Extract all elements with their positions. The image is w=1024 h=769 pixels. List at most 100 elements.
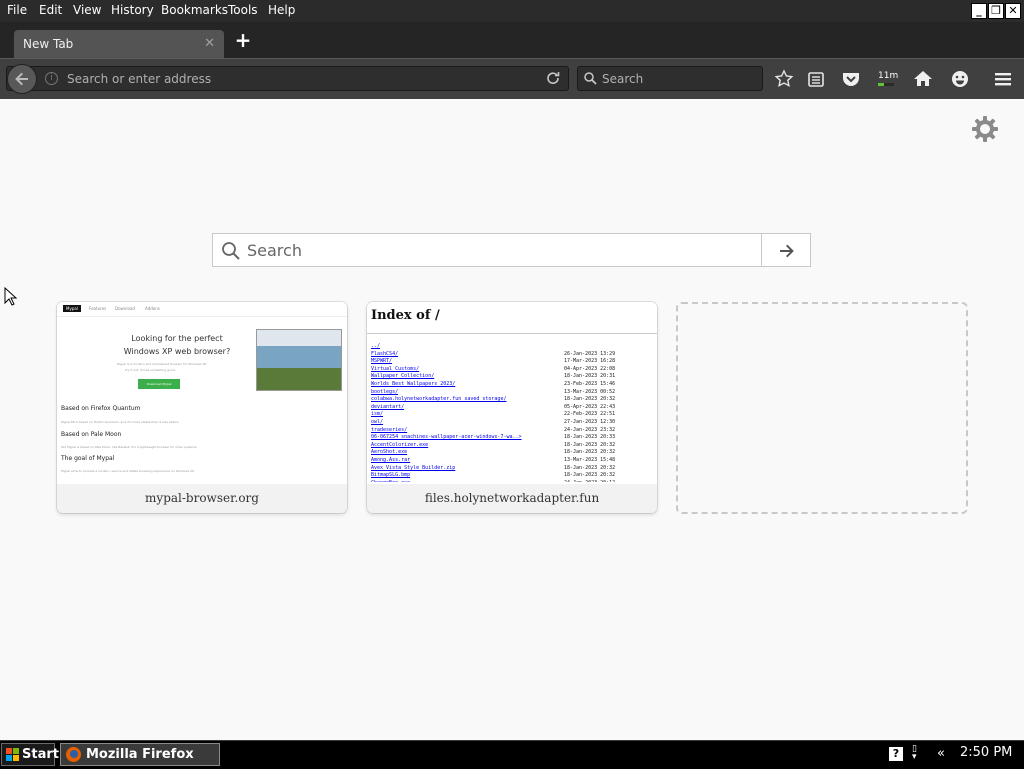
tab-strip: New Tab ✕ bbox=[0, 22, 1024, 58]
thumb-index-file-link: deviantart/ bbox=[371, 403, 405, 410]
thumb-index-file-link: BitmapSLG.bmp bbox=[371, 472, 411, 479]
thumb-nav: Mypal Features Download Addons bbox=[57, 302, 347, 317]
bookmarks-menu-icon[interactable] bbox=[805, 68, 827, 90]
pocket-icon[interactable] bbox=[840, 68, 862, 90]
empty-tile-placeholder[interactable] bbox=[676, 302, 968, 514]
start-button[interactable]: Start bbox=[1, 743, 59, 766]
thumb-index-file-link: colabwa.holynetworkadapter.fun saved sto… bbox=[371, 396, 507, 403]
thumb-index-date: 18-Jan-2023 20:32 bbox=[564, 472, 616, 479]
thumb-nav-item: Mypal bbox=[63, 305, 81, 312]
thumb-index-date: 18-Jan-2023 20:32 bbox=[564, 441, 616, 448]
thumb-index-file-link: Worlds Best Wallpapers 2023/ bbox=[371, 381, 456, 387]
thumb-index-date: 13-Mar-2023 15:48 bbox=[564, 457, 616, 463]
close-window-button[interactable]: ✕ bbox=[1005, 3, 1021, 19]
thumb-section-heading: The goal of Mypal bbox=[61, 455, 115, 462]
new-tab-button[interactable]: + bbox=[234, 30, 252, 52]
thumb-index-date: 18-Jan-2023 20:32 bbox=[564, 464, 616, 471]
thumb-subtext: Mypal is a modern and maintained browser… bbox=[117, 362, 207, 366]
windows-flag-icon bbox=[6, 748, 19, 761]
tile-thumbnail: Mypal Features Download Addons Looking f… bbox=[57, 302, 347, 482]
top-site-tile-holynetworkadapter[interactable]: Index of / ../FlashCS4/26-Jan-2023 13:29… bbox=[367, 302, 657, 513]
thumb-index-date: 23-Feb-2023 15:46 bbox=[564, 381, 616, 387]
thumb-index-title: Index of / bbox=[371, 308, 440, 323]
thumb-nav-item: Features bbox=[89, 306, 107, 311]
thumb-index-file-link: ../ bbox=[371, 343, 381, 349]
thumb-index-file-link: Wallpaper Collection/ bbox=[371, 373, 435, 380]
thumb-index-date: 18-Jan-2023 20:31 bbox=[564, 373, 616, 380]
menu-view[interactable]: View bbox=[73, 3, 101, 17]
taskbar-item-firefox[interactable]: Mozilla Firefox bbox=[60, 743, 220, 766]
thumb-index-date: 27-Jan-2023 12:30 bbox=[564, 419, 616, 425]
thumb-index-file-link: bootlegs/ bbox=[371, 388, 399, 395]
thumb-index-date: 26-Jan-2023 13:29 bbox=[564, 350, 616, 357]
reload-icon[interactable] bbox=[546, 71, 560, 85]
url-bar[interactable]: i bbox=[6, 64, 569, 94]
restore-button[interactable]: ❐ bbox=[988, 3, 1004, 19]
tab-close-icon[interactable]: ✕ bbox=[204, 36, 215, 51]
thumb-index-file-link: ChangeBoo.exe bbox=[371, 480, 410, 482]
smiley-feedback-icon[interactable] bbox=[949, 68, 971, 90]
newtab-search-go-button[interactable] bbox=[761, 233, 811, 267]
thumb-index-file-link: Among.Ass.rar bbox=[371, 457, 411, 463]
help-tray-icon[interactable]: ? bbox=[889, 747, 903, 761]
menu-file[interactable]: File bbox=[7, 3, 27, 17]
taskbar: Start Mozilla Firefox bbox=[0, 740, 1024, 769]
thumb-index-file-link: owl/ bbox=[371, 419, 384, 425]
thumb-index-date: 05-Apr-2023 22:43 bbox=[564, 403, 616, 410]
taskbar-clock[interactable]: 2:50 PM bbox=[960, 745, 1012, 760]
tray-expand-chevron-icon[interactable]: « bbox=[937, 746, 945, 761]
menu-help[interactable]: Help bbox=[268, 3, 295, 17]
menu-edit[interactable]: Edit bbox=[39, 3, 62, 17]
thumb-index-date: 04-Apr-2023 22:08 bbox=[564, 365, 616, 372]
thumb-index-date: 18-Jan-2023 20:32 bbox=[564, 396, 616, 403]
thumb-index-file-link: 06-067254_snachines-wallpaper-acer-windo… bbox=[371, 434, 522, 441]
thumb-download-button: Download Mypal bbox=[138, 379, 180, 389]
download-progress-fill bbox=[878, 83, 884, 86]
menu-history[interactable]: History bbox=[111, 3, 154, 17]
back-arrow-icon bbox=[15, 72, 28, 86]
thumb-index-date: 22-Feb-2023 22:51 bbox=[564, 411, 616, 418]
firefox-icon bbox=[66, 747, 81, 762]
start-label: Start bbox=[22, 747, 59, 762]
menu-bar: File Edit View History Bookmarks Tools H… bbox=[0, 0, 1024, 22]
thumb-index-date: 24-Jan-2023 23:32 bbox=[564, 426, 616, 433]
thumb-headline: Looking for the perfect bbox=[131, 334, 223, 343]
thumb-paragraph: Old Mypal is based on Pale Moon, like Ba… bbox=[61, 445, 198, 449]
mouse-cursor-icon bbox=[4, 287, 18, 306]
thumb-index-date: 18-Jan-2023 20:33 bbox=[564, 434, 616, 441]
url-input[interactable] bbox=[67, 69, 537, 88]
thumb-index-date: 24-Jan-2023 20:12 bbox=[564, 480, 615, 482]
arrow-right-icon bbox=[780, 244, 794, 258]
minimize-button[interactable]: _ bbox=[971, 3, 987, 19]
site-info-icon[interactable]: i bbox=[45, 72, 58, 85]
thumb-index-file-link: FlashCS4/ bbox=[371, 350, 399, 357]
newtab-search-box[interactable] bbox=[212, 233, 762, 267]
home-icon[interactable] bbox=[912, 68, 934, 90]
search-icon bbox=[584, 72, 597, 85]
menu-tools[interactable]: Tools bbox=[228, 3, 258, 17]
thumb-index-file-link: AeroShot.exe bbox=[371, 449, 408, 456]
thumb-paragraph: Mypal aims to provide a modern, secure a… bbox=[61, 469, 195, 473]
search-bar[interactable] bbox=[577, 66, 763, 91]
network-tray-icon[interactable]: ▯ ▾ bbox=[912, 745, 917, 762]
thumb-index-file-link: ism/ bbox=[371, 411, 384, 418]
menu-bookmarks[interactable]: Bookmarks bbox=[161, 3, 228, 17]
top-site-tile-mypal[interactable]: Mypal Features Download Addons Looking f… bbox=[57, 302, 347, 513]
thumb-index-file-link: Virtual Customs/ bbox=[371, 365, 420, 372]
download-time[interactable]: 11m bbox=[878, 71, 898, 81]
thumb-index-date: 17-Mar-2023 16:28 bbox=[564, 358, 616, 365]
thumb-index-file-link: MSPWRT/ bbox=[371, 358, 393, 365]
thumb-paragraph: Mypal 68 is based on Firefox Quantum, an… bbox=[61, 420, 180, 424]
download-progress-bar bbox=[878, 83, 894, 86]
tile-label: mypal-browser.org bbox=[57, 484, 347, 513]
back-button[interactable] bbox=[7, 64, 37, 94]
thumb-section-heading: Based on Pale Moon bbox=[61, 431, 122, 438]
hamburger-menu-icon[interactable] bbox=[992, 68, 1014, 90]
gear-icon[interactable] bbox=[971, 115, 999, 143]
bookmark-star-icon[interactable] bbox=[773, 68, 795, 90]
thumb-nav-item: Download bbox=[115, 306, 135, 311]
newtab-search-input[interactable] bbox=[247, 240, 747, 260]
thumb-nav-item: Addons bbox=[145, 306, 160, 311]
search-input[interactable] bbox=[602, 69, 752, 88]
tab-new-tab[interactable]: New Tab ✕ bbox=[14, 30, 224, 58]
